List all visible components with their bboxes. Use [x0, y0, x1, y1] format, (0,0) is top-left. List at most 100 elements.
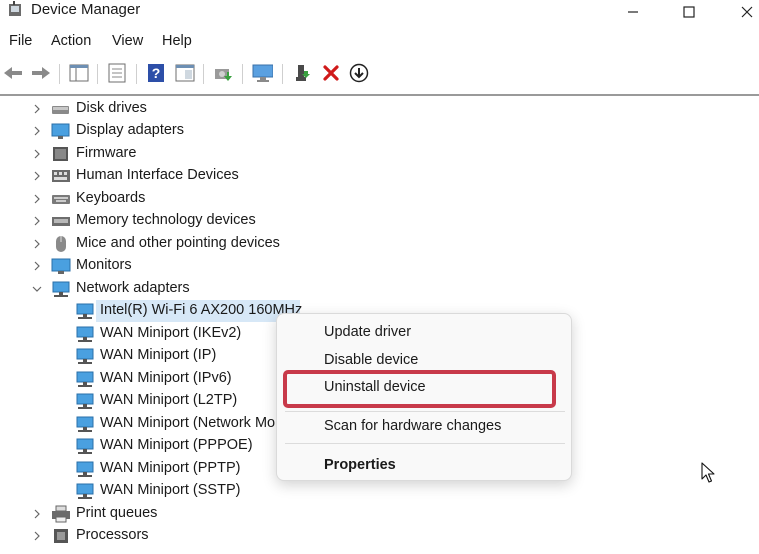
tree-category-label: Keyboards — [76, 190, 146, 206]
chevron-right-icon[interactable] — [31, 507, 43, 521]
network-adapter-icon — [76, 348, 94, 364]
maximize-button[interactable] — [664, 0, 714, 24]
red-x-icon — [323, 65, 339, 81]
network-adapter-icon — [76, 303, 94, 319]
tree-category-row[interactable]: Disk drives — [0, 98, 520, 120]
display-adapter-icon — [51, 123, 70, 139]
device-manager-icon — [9, 1, 21, 16]
network-adapter-icon — [76, 438, 94, 454]
chevron-down-icon[interactable] — [31, 282, 43, 296]
network-adapter-label: WAN Miniport (SSTP) — [100, 482, 241, 498]
network-adapter-label: WAN Miniport (L2TP) — [100, 392, 238, 408]
toolbar: ? — [0, 58, 759, 90]
download-circle-icon — [349, 63, 369, 83]
update-driver-icon — [215, 69, 232, 81]
network-adapter-label: Intel(R) Wi-Fi 6 AX200 160MHz — [100, 302, 303, 318]
uninstall-highlight-box — [283, 370, 556, 408]
tree-category-row[interactable]: Mice and other pointing devices — [0, 233, 520, 255]
forward-button[interactable] — [30, 62, 52, 84]
tree-category-network-adapters[interactable]: Network adapters — [0, 278, 520, 300]
menu-action[interactable]: Action — [51, 33, 91, 49]
tree-category-row[interactable]: Monitors — [0, 255, 520, 277]
tree-category-row[interactable]: Human Interface Devices — [0, 165, 520, 187]
mouse-icon — [56, 236, 66, 252]
menu-view[interactable]: View — [112, 33, 143, 49]
menu-file[interactable]: File — [9, 33, 32, 49]
tree-category-row[interactable]: Display adapters — [0, 120, 520, 142]
chevron-right-icon[interactable] — [31, 147, 43, 161]
tree-category-label: Human Interface Devices — [76, 167, 239, 183]
toolbar-separator — [136, 64, 137, 84]
context-update-driver[interactable]: Update driver — [324, 324, 411, 340]
update-driver-toolbar-button[interactable] — [212, 62, 234, 84]
tree-category-row[interactable]: Keyboards — [0, 188, 520, 210]
network-adapter-icon — [76, 483, 94, 499]
scan-monitor-icon — [252, 64, 273, 82]
chevron-right-icon[interactable] — [31, 237, 43, 251]
hid-icon — [52, 170, 70, 182]
context-menu-separator — [285, 411, 565, 412]
tree-category-label: Disk drives — [76, 100, 147, 116]
context-properties[interactable]: Properties — [324, 457, 396, 473]
monitor-icon — [51, 258, 71, 274]
chevron-right-icon[interactable] — [31, 192, 43, 206]
close-button[interactable] — [722, 0, 759, 24]
properties-sheet-icon — [108, 63, 126, 83]
tree-category-label: Print queues — [76, 505, 158, 521]
toolbar-separator — [97, 64, 98, 84]
processor-icon — [54, 529, 68, 543]
minimize-button[interactable] — [608, 0, 658, 24]
show-hide-console-tree-button[interactable] — [68, 62, 90, 84]
network-adapter-icon — [76, 393, 94, 409]
help-toolbar-button[interactable]: ? — [145, 62, 167, 84]
tree-category-label: Network adapters — [76, 280, 190, 296]
toolbar-separator — [59, 64, 60, 84]
uninstall-toolbar-button[interactable] — [320, 62, 342, 84]
console-tree-icon — [69, 64, 89, 82]
mouse-cursor-icon — [701, 462, 715, 483]
chevron-right-icon[interactable] — [31, 169, 43, 183]
tree-category-row[interactable]: Processors — [0, 525, 520, 547]
minimize-icon — [628, 11, 638, 13]
back-button[interactable] — [2, 62, 24, 84]
view-toolbar-button[interactable] — [174, 62, 196, 84]
title-bar: Device Manager — [0, 0, 759, 24]
context-scan-hardware[interactable]: Scan for hardware changes — [324, 418, 501, 434]
keyboard-icon — [52, 195, 70, 204]
chevron-right-icon[interactable] — [31, 124, 43, 138]
network-adapter-label: WAN Miniport (IPv6) — [100, 370, 232, 386]
chevron-right-icon[interactable] — [31, 259, 43, 273]
toolbar-divider — [0, 94, 759, 96]
toolbar-separator — [282, 64, 283, 84]
chevron-right-icon[interactable] — [31, 529, 43, 543]
chevron-right-icon[interactable] — [31, 102, 43, 116]
menu-help[interactable]: Help — [162, 33, 192, 49]
svg-text:?: ? — [152, 65, 161, 81]
context-disable-device[interactable]: Disable device — [324, 352, 418, 368]
tree-category-label: Processors — [76, 527, 149, 543]
enable-device-icon — [296, 65, 310, 81]
view-pane-icon — [175, 64, 195, 82]
tree-category-row[interactable]: Firmware — [0, 143, 520, 165]
add-driver-toolbar-button[interactable] — [291, 62, 313, 84]
network-adapter-icon — [52, 281, 70, 297]
network-adapter-item[interactable]: WAN Miniport (SSTP) — [0, 480, 520, 502]
scan-hardware-toolbar-button[interactable] — [251, 62, 273, 84]
network-adapter-icon — [76, 416, 94, 432]
tree-category-row[interactable]: Print queues — [0, 503, 520, 525]
firmware-icon — [53, 147, 68, 161]
tree-category-label: Memory technology devices — [76, 212, 256, 228]
tree-category-row[interactable]: Memory technology devices — [0, 210, 520, 232]
chevron-right-icon[interactable] — [31, 214, 43, 228]
disk-drive-icon — [52, 106, 69, 114]
memory-icon — [52, 217, 70, 226]
tree-category-label: Monitors — [76, 257, 132, 273]
tree-category-label: Display adapters — [76, 122, 184, 138]
printer-icon — [52, 505, 70, 523]
tree-category-label: Mice and other pointing devices — [76, 235, 280, 251]
network-adapter-icon — [76, 371, 94, 387]
network-adapter-label: WAN Miniport (PPPOE) — [100, 437, 253, 453]
maximize-icon — [683, 6, 695, 18]
properties-toolbar-button[interactable] — [106, 62, 128, 84]
disable-device-toolbar-button[interactable] — [348, 62, 370, 84]
